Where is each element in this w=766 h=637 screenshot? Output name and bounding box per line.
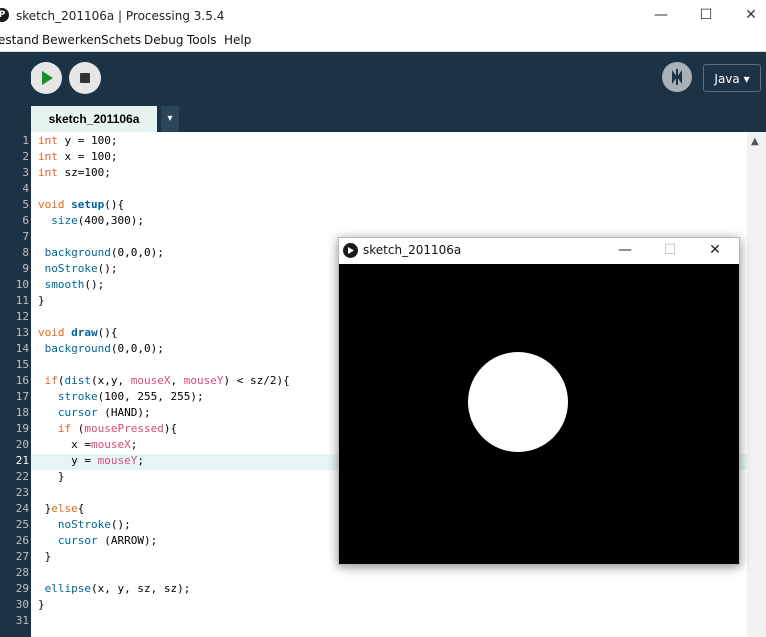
sketch-close-button[interactable]: ✕ — [705, 241, 725, 259]
butterfly-icon — [672, 69, 682, 85]
line-number: 26 — [15, 534, 29, 547]
code-line[interactable]: }else{ — [38, 502, 85, 515]
line-number: 14 — [15, 342, 29, 355]
run-button[interactable] — [30, 62, 62, 94]
sketch-window-title: sketch_201106a — [363, 243, 462, 257]
menu-help[interactable]: Help — [224, 33, 251, 47]
editor-scrollbar[interactable]: ▲ — [747, 132, 766, 637]
toolbar: Java ▾ — [0, 52, 766, 106]
line-number: 16 — [15, 374, 29, 387]
processing-app-icon: P — [0, 8, 9, 22]
code-line[interactable]: int sz=100; — [38, 166, 111, 179]
menu-tools[interactable]: Tools — [187, 33, 217, 47]
line-number: 10 — [15, 278, 29, 291]
sketch-ellipse[interactable] — [468, 352, 568, 452]
code-line[interactable]: } — [38, 598, 45, 611]
sketch-canvas[interactable] — [339, 264, 739, 564]
line-number: 18 — [15, 406, 29, 419]
line-number: 27 — [15, 550, 29, 563]
tab-sketch[interactable]: sketch_201106a — [31, 106, 157, 132]
line-number: 1 — [22, 134, 29, 147]
line-number: 31 — [15, 614, 29, 627]
code-line[interactable]: size(400,300); — [38, 214, 144, 227]
line-number: 24 — [15, 502, 29, 515]
code-line[interactable]: } — [38, 550, 52, 563]
minimize-button[interactable]: — — [651, 6, 671, 24]
menu-bestand[interactable]: estand — [0, 33, 39, 47]
sketch-maximize-button[interactable]: ☐ — [660, 241, 680, 259]
stop-button[interactable] — [69, 62, 101, 94]
line-number: 4 — [22, 182, 29, 195]
line-number: 23 — [15, 486, 29, 499]
line-number: 13 — [15, 326, 29, 339]
stop-icon — [80, 73, 90, 83]
line-number: 21 — [15, 454, 29, 467]
line-number: 17 — [15, 390, 29, 403]
code-line[interactable]: noStroke(); — [38, 518, 131, 531]
tab-bar: sketch_201106a ▾ — [31, 106, 766, 132]
code-line[interactable]: cursor (HAND); — [38, 406, 151, 419]
window-title: sketch_201106a | Processing 3.5.4 — [16, 9, 225, 23]
code-line[interactable]: stroke(100, 255, 255); — [38, 390, 204, 403]
line-number: 22 — [15, 470, 29, 483]
maximize-button[interactable]: ☐ — [696, 6, 716, 24]
code-line[interactable]: x =mouseX; — [38, 438, 137, 451]
line-number: 30 — [15, 598, 29, 611]
line-number: 25 — [15, 518, 29, 531]
code-line[interactable]: int x = 100; — [38, 150, 117, 163]
line-number-gutter: 1 2 3 4 5 6 7 8 9 10 11 12 13 14 15 16 17 18 19 20 21 22 23 24 2… — [0, 132, 31, 637]
line-number: 3 — [22, 166, 29, 179]
code-line[interactable]: if(dist(x,y, mouseX, mouseY) < sz/2){ — [38, 374, 290, 387]
debug-mode-button[interactable] — [662, 62, 692, 92]
sketch-window[interactable]: sketch_201106a — ☐ ✕ — [338, 237, 740, 565]
sketch-minimize-button[interactable]: — — [615, 241, 635, 259]
close-button[interactable]: ✕ — [741, 6, 761, 24]
code-line[interactable]: background(0,0,0); — [38, 342, 164, 355]
processing-play-icon — [343, 243, 358, 258]
menu-bewerken[interactable]: Bewerken — [42, 33, 101, 47]
code-line[interactable]: smooth(); — [38, 278, 105, 291]
code-line[interactable]: } — [38, 470, 65, 483]
scroll-up-arrow-icon[interactable]: ▲ — [751, 136, 759, 147]
mode-selector[interactable]: Java ▾ — [703, 64, 761, 92]
line-number: 5 — [22, 198, 29, 211]
tab-menu-button[interactable]: ▾ — [161, 106, 179, 132]
line-number: 11 — [15, 294, 29, 307]
sketch-titlebar[interactable]: sketch_201106a — ☐ ✕ — [339, 238, 739, 264]
line-number: 28 — [15, 566, 29, 579]
menu-bar: estand Bewerken Schets Debug Tools Help — [0, 31, 766, 52]
line-number: 8 — [22, 246, 29, 259]
code-line[interactable]: int y = 100; — [38, 134, 117, 147]
code-line[interactable]: } — [38, 294, 45, 307]
play-icon — [42, 71, 53, 85]
line-number: 20 — [15, 438, 29, 451]
code-line[interactable]: void draw(){ — [38, 326, 118, 339]
line-number: 15 — [15, 358, 29, 371]
code-line[interactable]: noStroke(); — [38, 262, 118, 275]
line-number: 9 — [22, 262, 29, 275]
line-number: 29 — [15, 582, 29, 595]
code-line[interactable]: cursor (ARROW); — [38, 534, 157, 547]
menu-debug[interactable]: Debug — [144, 33, 183, 47]
window-titlebar[interactable]: P sketch_201106a | Processing 3.5.4 — ☐ … — [0, 0, 766, 31]
code-line[interactable]: ellipse(x, y, sz, sz); — [38, 582, 191, 595]
line-number: 2 — [22, 150, 29, 163]
line-number: 6 — [22, 214, 29, 227]
line-number: 7 — [22, 230, 29, 243]
code-line[interactable]: void setup(){ — [38, 198, 124, 211]
code-line[interactable]: if (mousePressed){ — [38, 422, 177, 435]
line-number: 19 — [15, 422, 29, 435]
menu-schets[interactable]: Schets — [101, 33, 141, 47]
code-line[interactable]: background(0,0,0); — [38, 246, 164, 259]
line-number: 12 — [15, 310, 29, 323]
code-line[interactable]: y = mouseY; — [38, 454, 144, 467]
